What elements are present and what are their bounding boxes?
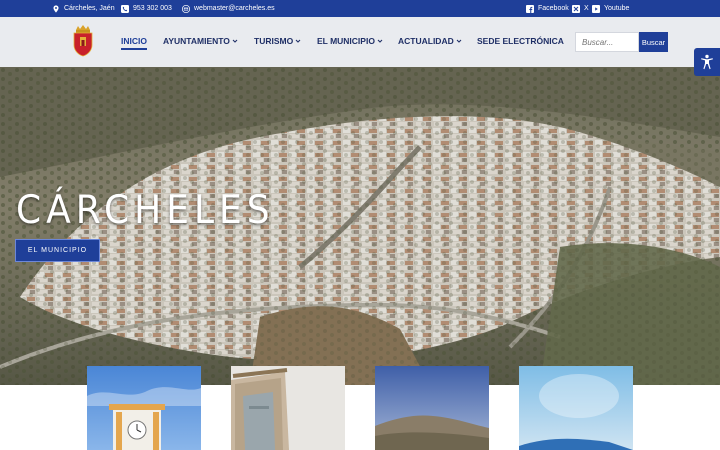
search-button[interactable]: Buscar — [639, 32, 668, 52]
card-clock-tower[interactable] — [87, 366, 201, 450]
location-info: Cárcheles, Jaén — [52, 0, 115, 17]
stone-door-image — [231, 366, 345, 450]
card-mountain[interactable] — [375, 366, 489, 450]
chevron-down-icon — [232, 39, 238, 43]
x-icon — [572, 4, 580, 13]
youtube-label: Youtube — [604, 5, 630, 12]
nav-ayuntamiento-label: AYUNTAMIENTO — [163, 36, 230, 46]
chevron-down-icon — [456, 39, 462, 43]
email-link[interactable]: webmaster@carcheles.es — [182, 0, 275, 17]
top-contact-bar: Cárcheles, Jaén 953 302 003 webmaster@ca… — [0, 0, 720, 17]
youtube-icon — [592, 4, 600, 13]
nav-actualidad-label: ACTUALIDAD — [398, 36, 454, 46]
facebook-icon — [526, 4, 534, 13]
nav-inicio[interactable]: INICIO — [121, 36, 147, 50]
water-image — [519, 366, 633, 450]
phone-text: 953 302 003 — [133, 5, 172, 12]
hero-municipio-button[interactable]: EL MUNICIPIO — [15, 239, 100, 262]
search-input[interactable] — [575, 32, 639, 52]
location-text: Cárcheles, Jaén — [64, 5, 115, 12]
card-water[interactable] — [519, 366, 633, 450]
x-link[interactable]: X — [572, 0, 589, 17]
email-text: webmaster@carcheles.es — [194, 5, 275, 12]
hero-banner: CÁRCHELES EL MUNICIPIO — [0, 67, 720, 385]
chevron-down-icon — [295, 39, 301, 43]
main-header: INICIO AYUNTAMIENTO TURISMO EL MUNICIPIO… — [0, 17, 720, 67]
nav-turismo-label: TURISMO — [254, 36, 294, 46]
nav-sede-electronica-label: SEDE ELECTRÓNICA — [477, 36, 564, 46]
clock-tower-image — [87, 366, 201, 450]
chevron-down-icon — [377, 39, 383, 43]
card-stone-door[interactable] — [231, 366, 345, 450]
nav-inicio-label: INICIO — [121, 36, 147, 46]
coat-of-arms-logo[interactable] — [72, 23, 94, 57]
facebook-link[interactable]: Facebook — [526, 0, 569, 17]
nav-ayuntamiento[interactable]: AYUNTAMIENTO — [163, 36, 238, 46]
mountain-image — [375, 366, 489, 450]
accessibility-button[interactable] — [694, 48, 720, 76]
hero-title: CÁRCHELES — [16, 188, 275, 234]
phone-link[interactable]: 953 302 003 — [121, 0, 172, 17]
nav-el-municipio[interactable]: EL MUNICIPIO — [317, 36, 383, 46]
envelope-icon — [182, 4, 190, 13]
nav-el-municipio-label: EL MUNICIPIO — [317, 36, 375, 46]
nav-sede-electronica[interactable]: SEDE ELECTRÓNICA — [477, 36, 564, 46]
youtube-link[interactable]: Youtube — [592, 0, 629, 17]
nav-actualidad[interactable]: ACTUALIDAD — [398, 36, 462, 46]
accessibility-icon — [701, 54, 713, 70]
phone-icon — [121, 4, 129, 13]
map-pin-icon — [53, 4, 59, 13]
facebook-label: Facebook — [538, 5, 569, 12]
x-label: X — [584, 5, 589, 12]
nav-turismo[interactable]: TURISMO — [254, 36, 301, 46]
